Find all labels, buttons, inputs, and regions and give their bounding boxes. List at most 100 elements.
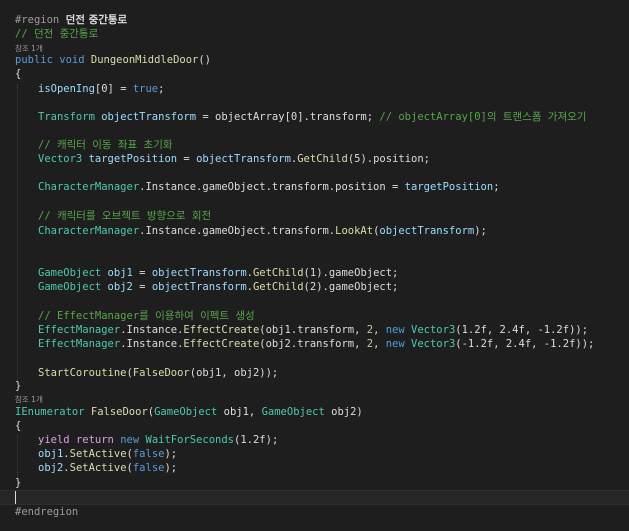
identifier: obj2 [38, 462, 64, 474]
method-call: GetChild [297, 153, 348, 165]
code-text: (obj1.transform, [259, 324, 367, 336]
reference-count-label: 참조 1개 [15, 395, 43, 404]
identifier: targetPosition [404, 181, 494, 193]
code-line: yield return new WaitForSeconds(1.2f); [38, 433, 278, 447]
method-call: FalseDoor [132, 367, 190, 379]
comment: // 던전 중간통로 [15, 28, 99, 40]
code-line: CharacterManager.Instance.gameObject.tra… [38, 180, 500, 194]
type-name: WaitForSeconds [145, 434, 235, 446]
indent-guide [17, 84, 18, 382]
code-line: obj1.SetActive(false); [38, 447, 177, 461]
method-call: EffectCreate [183, 338, 260, 350]
code-text: (-1.2f, 2.4f, -1.2f)); [455, 338, 595, 350]
type-name: CharacterManager [38, 181, 140, 193]
type-name: CharacterManager [38, 225, 140, 237]
brace-line: { [15, 67, 21, 81]
method-call: EffectCreate [183, 324, 260, 336]
code-editor[interactable]: #region 던전 중간통로 // 던전 중간통로 참조 1개 public … [0, 0, 629, 531]
code-text: = [177, 153, 197, 165]
comment: // 캐릭터 이동 좌표 초기화 [38, 139, 173, 151]
brace-line: } [15, 379, 21, 393]
type-name: GameObject [38, 281, 102, 293]
code-line: GameObject obj2 = objectTransform.GetChi… [38, 280, 398, 294]
comment-line: // 던전 중간통로 [15, 27, 98, 41]
code-text: ; [493, 181, 500, 193]
reference-count-link[interactable]: 참조 1개 [15, 395, 43, 405]
method-signature-line: public void DungeonMiddleDoor() [15, 53, 211, 67]
params: () [198, 54, 212, 66]
text-caret [15, 491, 16, 504]
code-text: (obj2.transform, [259, 338, 367, 350]
identifier: targetPosition [88, 153, 178, 165]
code-text: (5).position; [347, 153, 430, 165]
code-text: , [373, 338, 386, 350]
comment-line: // 캐릭터 이동 좌표 초기화 [38, 138, 173, 152]
code-text: .Instance.gameObject.transform. [139, 225, 336, 237]
method-name: FalseDoor [90, 406, 148, 418]
type-name: EffectManager [38, 324, 121, 336]
code-line: EffectManager.Instance.EffectCreate(obj1… [38, 323, 588, 337]
current-line-highlight [0, 490, 629, 505]
code-text: .Instance. [120, 338, 184, 350]
code-text: ); [164, 448, 178, 460]
code-text: , [373, 324, 386, 336]
code-text: obj2) [324, 406, 363, 418]
identifier: objectTransform [151, 281, 247, 293]
method-call: GetChild [252, 267, 304, 279]
code-line: Vector3 targetPosition = objectTransform… [38, 152, 430, 166]
keyword: new [385, 324, 405, 336]
region-start-line: #region 던전 중간통로 [15, 13, 127, 27]
keyword: yield [38, 434, 70, 446]
code-text: obj1, [217, 406, 262, 418]
region-name: 던전 중간통로 [65, 14, 128, 26]
code-line: StartCoroutine(FalseDoor(obj1, obj2)); [38, 366, 278, 380]
type-name: GameObject [261, 406, 325, 418]
bool-literal: false [132, 462, 165, 474]
code-line: obj2.SetActive(false); [38, 461, 177, 475]
identifier: isOpenIng [38, 83, 95, 95]
comment: // 캐릭터를 오브젝트 방향으로 회전 [38, 210, 212, 222]
identifier: objectTransform [101, 111, 197, 123]
method-call: LookAt [335, 225, 374, 237]
type-name: EffectManager [38, 338, 121, 350]
type-name: Vector3 [411, 324, 456, 336]
method-call: SetActive [69, 448, 127, 460]
code-text: ); [474, 225, 487, 237]
bool-literal: true [132, 83, 159, 95]
identifier: objectTransform [379, 225, 475, 237]
identifier: obj2 [107, 281, 133, 293]
identifier: obj1 [107, 267, 133, 279]
code-text: = [132, 267, 152, 279]
code-text: [0] = [94, 83, 133, 95]
type-name: GameObject [38, 267, 102, 279]
region-end-line: #endregion [15, 505, 78, 519]
identifier: objectTransform [151, 267, 247, 279]
comment-line: // EffectManager를 이용하여 이펙트 생성 [38, 309, 255, 323]
code-text: (1.2f, 2.4f, -1.2f)); [455, 324, 589, 336]
type-name: Vector3 [38, 153, 83, 165]
code-line: isOpenIng[0] = true; [38, 82, 164, 96]
code-text: (1.2f); [234, 434, 279, 446]
method-name: DungeonMiddleDoor [90, 54, 199, 66]
close-brace: } [15, 477, 22, 489]
code-text: ); [164, 462, 178, 474]
code-text: (1).gameObject; [303, 267, 399, 279]
code-text: .Instance. [120, 324, 184, 336]
region-directive: #region [15, 14, 60, 26]
code-line: Transform objectTransform = objectArray[… [38, 110, 586, 124]
bool-literal: false [132, 448, 165, 460]
code-text: (2).gameObject; [303, 281, 399, 293]
keyword: return [75, 434, 114, 446]
identifier: objectTransform [196, 153, 291, 165]
region-directive: #endregion [15, 506, 79, 518]
code-text: .Instance.gameObject.transform.position … [139, 181, 405, 193]
code-text: = objectArray[0].transform; [196, 111, 380, 123]
code-line: CharacterManager.Instance.gameObject.tra… [38, 224, 487, 238]
brace-line: } [15, 476, 21, 490]
code-text: = [132, 281, 152, 293]
keyword: new [120, 434, 140, 446]
comment: // objectArray[0]의 트랜스폼 가져오기 [379, 111, 587, 123]
code-text: ; [158, 83, 165, 95]
code-line: GameObject obj1 = objectTransform.GetChi… [38, 266, 398, 280]
method-call: SetActive [69, 462, 127, 474]
